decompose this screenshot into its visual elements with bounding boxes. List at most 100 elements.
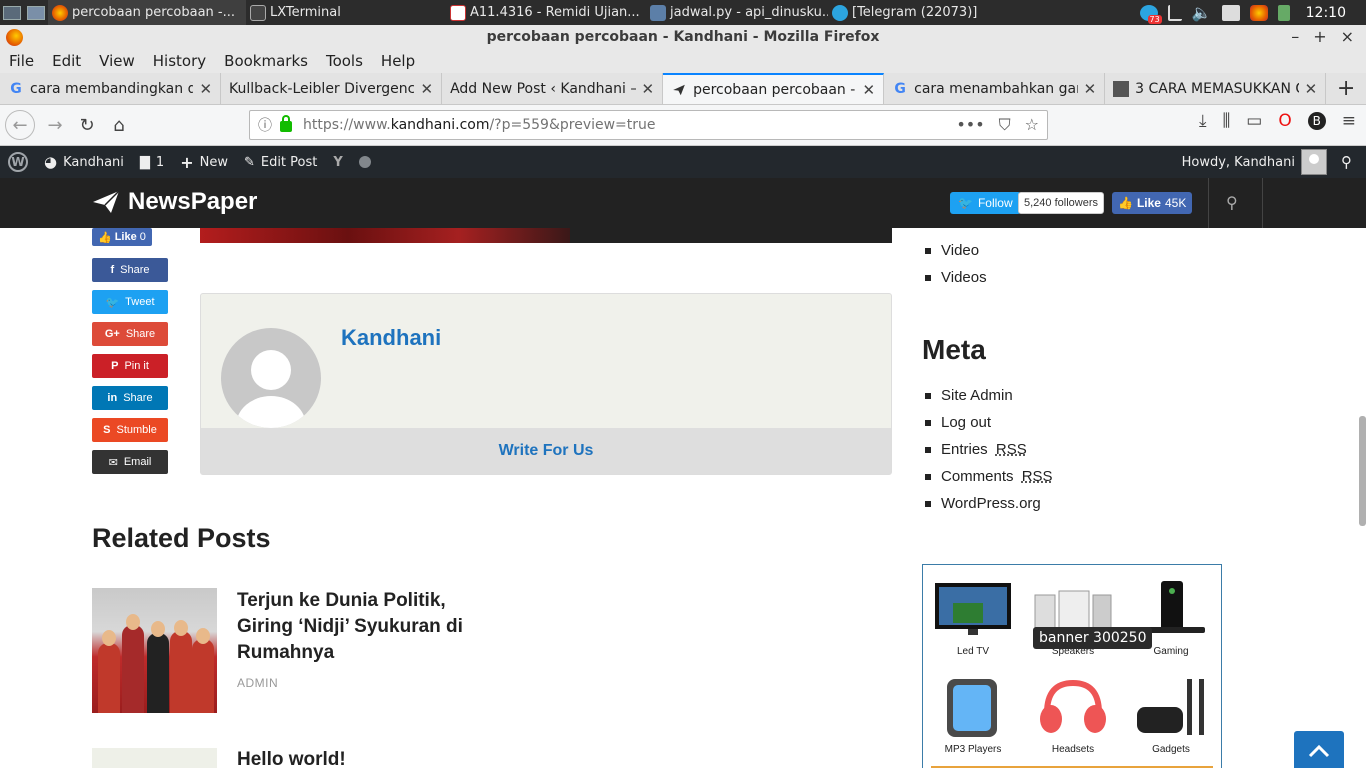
lock-icon[interactable]	[280, 115, 292, 132]
menu-tools[interactable]: Tools	[317, 52, 372, 70]
taskbar-task-firefox[interactable]: percobaan percobaan -...	[48, 0, 246, 25]
address-bar[interactable]: ⓘ https://www. kandhani.com /?p=559&prev…	[249, 110, 1048, 140]
taskbar-task-editor[interactable]: jadwal.py - api_dinusku...	[646, 0, 828, 25]
yoast-seo-icon[interactable]: Y	[325, 146, 350, 178]
sidebar-icon[interactable]: ▭	[1246, 111, 1262, 131]
tab-close-icon[interactable]: ✕	[420, 80, 433, 98]
telegram-tray-icon[interactable]: 73	[1139, 4, 1162, 24]
wordpress-logo-icon[interactable]: W	[0, 146, 36, 178]
tab-cara-membandingkan[interactable]: G cara membandingkan du ✕	[0, 73, 222, 104]
author-avatar[interactable]	[221, 328, 321, 428]
search-icon[interactable]: ⚲	[1226, 193, 1238, 212]
file-manager-icon[interactable]	[24, 0, 48, 25]
tab-3-cara-memasukkan[interactable]: 3 CARA MEMASUKKAN G ✕	[1105, 73, 1327, 104]
home-icon[interactable]: ⌂	[103, 109, 135, 141]
meta-site-admin[interactable]: Site Admin	[922, 382, 1053, 409]
tab-close-icon[interactable]: ✕	[1305, 80, 1318, 98]
user-avatar[interactable]	[1301, 149, 1327, 175]
share-stumbleupon-button[interactable]: S Stumble	[92, 418, 168, 442]
signal-icon[interactable]	[1167, 4, 1182, 21]
twitter-follow-button[interactable]: 🐦 Follow	[950, 192, 1021, 214]
share-email-button[interactable]: ✉ Email	[92, 450, 168, 474]
new-tab-icon[interactable]: +	[1326, 73, 1366, 104]
page-scrollbar[interactable]	[1359, 416, 1366, 526]
battery-icon[interactable]	[1277, 4, 1290, 21]
forward-icon[interactable]: →	[39, 109, 71, 141]
info-icon[interactable]: ⓘ	[250, 115, 280, 135]
share-linkedin-button[interactable]: in Share	[92, 386, 168, 410]
banner-item-mp3-players[interactable]: MP3 Players	[928, 679, 1018, 755]
share-facebook-button[interactable]: f Share	[92, 258, 168, 282]
menu-edit[interactable]: Edit	[43, 52, 90, 70]
page-actions-icon[interactable]: •••	[956, 115, 984, 135]
share-pinterest-button[interactable]: P Pin it	[92, 354, 168, 378]
wp-edit-post-link[interactable]: ✎ Edit Post	[236, 146, 325, 178]
taskbar-task-pdf[interactable]: A11.4316 - Remidi Ujian...	[446, 0, 646, 25]
minimize-icon[interactable]: –	[1291, 27, 1299, 46]
write-for-us-link[interactable]: Write For Us	[499, 442, 594, 460]
category-item[interactable]: Videos	[922, 264, 987, 291]
pocket-icon[interactable]: ⛉	[999, 115, 1011, 135]
close-icon[interactable]: ×	[1341, 27, 1354, 46]
tab-cara-menambahkan[interactable]: G cara menambahkan gam ✕	[884, 73, 1106, 104]
bookmark-star-icon[interactable]: ☆	[1025, 115, 1039, 135]
facebook-like-small-button[interactable]: 👍 Like 0	[92, 228, 152, 246]
banner-ad[interactable]: Led TV Speakers Gaming MP3 Players Heads…	[922, 564, 1222, 768]
wp-site-link[interactable]: ◕ Kandhani	[36, 146, 132, 178]
tab-close-icon[interactable]: ✕	[1084, 80, 1097, 98]
tab-close-icon[interactable]: ✕	[199, 80, 212, 98]
reload-icon[interactable]: ↻	[71, 109, 103, 141]
wp-new-link[interactable]: + New	[172, 146, 236, 178]
menu-file[interactable]: File	[0, 52, 43, 70]
firefox-tray-icon[interactable]	[1249, 4, 1268, 21]
meta-log-out[interactable]: Log out	[922, 409, 1053, 436]
banner-item-label: Headsets	[1051, 744, 1095, 755]
site-logo[interactable]: NewsPaper	[92, 188, 257, 216]
related-post-title[interactable]: Hello world!	[237, 749, 346, 768]
volume-icon[interactable]: 🔈	[1192, 3, 1212, 22]
category-item[interactable]: Video	[922, 237, 987, 264]
clock[interactable]: 12:10	[1306, 5, 1346, 21]
library-icon[interactable]: ⫼	[1222, 111, 1230, 131]
related-post-author[interactable]: ADMIN	[237, 676, 278, 690]
taskbar-task-terminal[interactable]: LXTerminal	[246, 0, 446, 25]
show-desktop-icon[interactable]	[0, 0, 24, 25]
related-post-thumbnail[interactable]	[92, 748, 217, 768]
search-icon[interactable]: ⚲	[1341, 153, 1352, 171]
menu-history[interactable]: History	[144, 52, 215, 70]
opera-addon-icon[interactable]: O	[1278, 111, 1291, 131]
tab-add-new-post[interactable]: Add New Post ‹ Kandhani — ✕	[442, 73, 664, 104]
wp-comments-link[interactable]: ▇ 1	[132, 146, 172, 178]
related-post-thumbnail[interactable]	[92, 588, 217, 713]
wp-howdy[interactable]: Howdy, Kandhani	[1182, 155, 1295, 170]
scroll-to-top-button[interactable]	[1294, 731, 1344, 768]
tab-close-icon[interactable]: ✕	[863, 81, 876, 99]
meta-comments-rss[interactable]: Comments RSS	[922, 463, 1053, 490]
banner-item-headsets[interactable]: Headsets	[1028, 679, 1118, 755]
share-twitter-button[interactable]: 🐦 Tweet	[92, 290, 168, 314]
display-icon[interactable]	[1221, 4, 1240, 21]
tab-percobaan-active[interactable]: percobaan percobaan - K ✕	[663, 73, 885, 104]
tab-label: Kullback-Leibler Divergence	[229, 80, 415, 97]
meta-wordpress-org[interactable]: WordPress.org	[922, 490, 1053, 517]
related-post-title[interactable]: Terjun ke Dunia Politik, Giring ‘Nidji’ …	[237, 588, 477, 666]
url-host: kandhani.com	[390, 117, 490, 133]
hamburger-menu-icon[interactable]: ≡	[1342, 111, 1356, 131]
seo-status-icon[interactable]	[351, 146, 379, 178]
menu-view[interactable]: View	[90, 52, 144, 70]
tab-close-icon[interactable]: ✕	[642, 80, 655, 98]
back-icon[interactable]: ←	[5, 110, 35, 140]
maximize-icon[interactable]: +	[1313, 27, 1326, 46]
addon-b-icon[interactable]: B	[1307, 112, 1326, 130]
banner-item-led-tv[interactable]: Led TV	[928, 581, 1018, 657]
meta-entries-rss[interactable]: Entries RSS	[922, 436, 1053, 463]
menu-help[interactable]: Help	[372, 52, 424, 70]
taskbar-task-telegram[interactable]: [Telegram (22073)]	[828, 0, 1018, 25]
share-google-plus-button[interactable]: G+ Share	[92, 322, 168, 346]
facebook-like-button[interactable]: 👍 Like 45K	[1112, 192, 1193, 214]
author-name-link[interactable]: Kandhani	[341, 325, 441, 351]
download-icon[interactable]: ⤓	[1199, 111, 1207, 131]
menu-bookmarks[interactable]: Bookmarks	[215, 52, 317, 70]
banner-item-gadgets[interactable]: Gadgets	[1126, 679, 1216, 755]
tab-kullback-leibler[interactable]: Kullback-Leibler Divergence ✕	[221, 73, 443, 104]
